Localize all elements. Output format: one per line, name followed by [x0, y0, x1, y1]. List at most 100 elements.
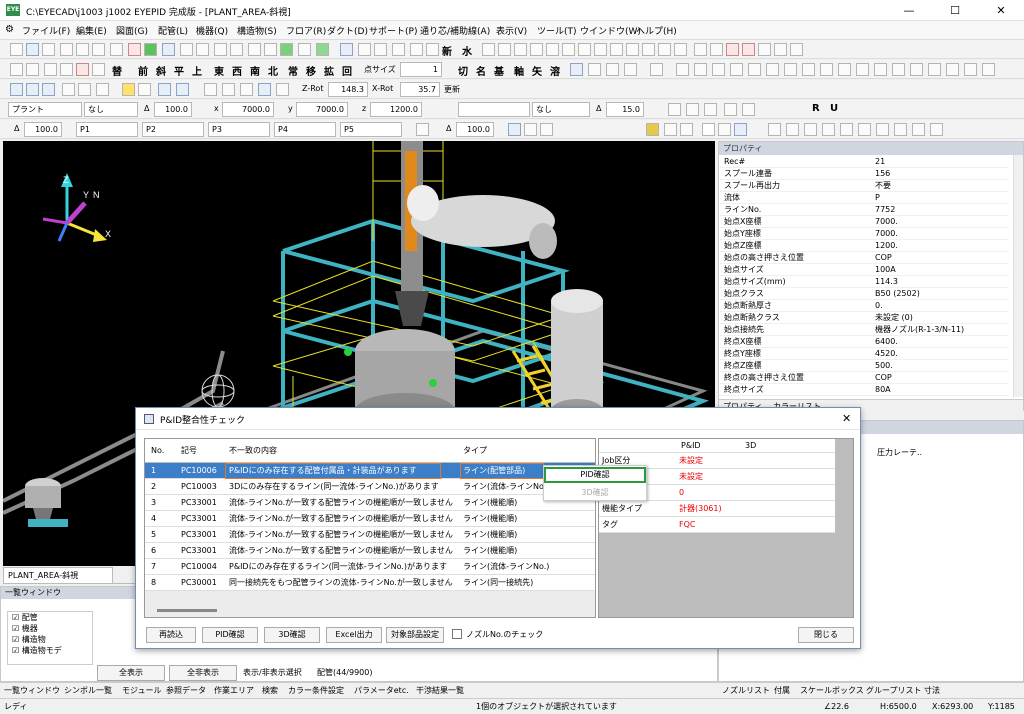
- symbol-12-icon[interactable]: [874, 63, 887, 76]
- tree-item-structure[interactable]: ☑ 構造物: [12, 634, 92, 645]
- tab-search[interactable]: 検索: [262, 685, 278, 696]
- menu-piping[interactable]: 配管(L): [158, 24, 188, 37]
- s-icon[interactable]: [508, 123, 521, 136]
- view-normal[interactable]: 常: [288, 63, 298, 78]
- issue-table-hscroll[interactable]: [145, 603, 595, 617]
- hide-icon[interactable]: [76, 63, 89, 76]
- rotate-tool-icon[interactable]: [668, 103, 681, 116]
- property-row[interactable]: 始点断熱クラス 未設定 (0): [719, 312, 1009, 324]
- delta-input-4[interactable]: 100.0: [456, 122, 494, 137]
- edit-icon[interactable]: [894, 123, 907, 136]
- symbol-2-icon[interactable]: [694, 63, 707, 76]
- tab-interference-results[interactable]: 干渉結果一覧: [416, 685, 464, 696]
- symbol-1-icon[interactable]: [676, 63, 689, 76]
- rotate-center-icon[interactable]: [222, 83, 235, 96]
- print-icon[interactable]: [42, 43, 55, 56]
- water-label[interactable]: 水: [462, 43, 472, 58]
- issue-row[interactable]: 5 PC33001 流体-ラインNo.が一致する配管ラインの機能順が一致しません ライ…: [145, 527, 595, 543]
- none-select[interactable]: なし: [84, 102, 138, 117]
- pipe-icon[interactable]: [742, 103, 755, 116]
- tee-icon[interactable]: [514, 43, 527, 56]
- view-a-icon[interactable]: [62, 83, 75, 96]
- rotate-right-icon[interactable]: [240, 83, 253, 96]
- excel-export-button[interactable]: Excel出力: [326, 627, 382, 643]
- measure-m-icon[interactable]: [122, 83, 135, 96]
- pid-check-button[interactable]: PID確認: [202, 627, 258, 643]
- offset-icon[interactable]: [704, 103, 717, 116]
- view-b-icon[interactable]: [78, 83, 91, 96]
- tag-2-icon[interactable]: [606, 63, 619, 76]
- u-button[interactable]: U: [830, 103, 838, 114]
- copy-obj-icon[interactable]: [768, 123, 781, 136]
- palette-icon[interactable]: [646, 123, 659, 136]
- ungroup-icon[interactable]: [822, 123, 835, 136]
- issue-row[interactable]: 6 PC33001 流体-ラインNo.が一致する配管ラインの機能順が一致しません ライ…: [145, 543, 595, 559]
- dimension-icon[interactable]: [248, 43, 261, 56]
- save-icon[interactable]: [26, 43, 39, 56]
- group-icon[interactable]: [804, 123, 817, 136]
- menu-file[interactable]: ファイル(F): [22, 24, 70, 37]
- view-iso[interactable]: 斜: [156, 63, 166, 78]
- close-window-button[interactable]: ✕: [978, 0, 1024, 21]
- symbol-13-icon[interactable]: [892, 63, 905, 76]
- elbow-icon[interactable]: [498, 43, 511, 56]
- find-icon[interactable]: [44, 63, 57, 76]
- menu-gridline[interactable]: 通り芯/補助線(A): [420, 24, 490, 37]
- tree-item-piping[interactable]: ☑ 配管: [12, 612, 92, 623]
- blank-select[interactable]: [458, 102, 530, 117]
- delete-icon[interactable]: [128, 43, 141, 56]
- mirror-icon[interactable]: [686, 103, 699, 116]
- array-icon[interactable]: [786, 123, 799, 136]
- plotter-icon[interactable]: [710, 43, 723, 56]
- symbol-6-icon[interactable]: [766, 63, 779, 76]
- grid-icon[interactable]: [144, 43, 157, 56]
- cascade-icon[interactable]: [774, 43, 787, 56]
- symbol-8-icon[interactable]: [802, 63, 815, 76]
- view-plan[interactable]: 平: [174, 63, 184, 78]
- attach-icon[interactable]: [840, 123, 853, 136]
- measure-icon[interactable]: [196, 43, 209, 56]
- tab-color-condition[interactable]: カラー条件設定: [288, 685, 344, 696]
- delta-input-2[interactable]: 15.0: [606, 102, 644, 117]
- view-list-icon[interactable]: [912, 123, 925, 136]
- delta-input-3[interactable]: 100.0: [24, 122, 62, 137]
- z-input[interactable]: 1200.0: [370, 102, 422, 117]
- r-button[interactable]: R: [812, 103, 820, 114]
- bolt-icon[interactable]: [674, 43, 687, 56]
- layer-icon[interactable]: [162, 43, 175, 56]
- issue-row[interactable]: 1 PC10006 P&IDにのみ存在する配管付属品・計装品があります ライン(配管部…: [145, 463, 595, 479]
- nozzle-check-label[interactable]: ノズルNo.のチェック: [466, 629, 543, 640]
- menu-tools[interactable]: ツール(T): [537, 24, 577, 37]
- property-row[interactable]: 始点の高さ押さえ位置 COP: [719, 252, 1009, 264]
- property-row[interactable]: 終点の高さ押さえ位置 COP: [719, 372, 1009, 384]
- symbol-18-icon[interactable]: [982, 63, 995, 76]
- slope-icon[interactable]: [626, 43, 639, 56]
- property-row[interactable]: スプール再出力 不要: [719, 180, 1009, 192]
- p1-input[interactable]: P1: [76, 122, 138, 137]
- view-move[interactable]: 移: [306, 63, 316, 78]
- menu-equipment[interactable]: 機器(Q): [196, 24, 228, 37]
- tree-item-structure-model[interactable]: ☑ 構造物モデ: [12, 645, 92, 656]
- nozzle-checkbox[interactable]: [452, 629, 462, 639]
- property-row[interactable]: スプール連番 156: [719, 168, 1009, 180]
- node-icon[interactable]: [230, 43, 243, 56]
- properties-scrollbar[interactable]: [1013, 155, 1023, 397]
- issue-row[interactable]: 3 PC33001 流体-ラインNo.が一致する配管ラインの機能順が一致しません ライ…: [145, 495, 595, 511]
- symbol-15-icon[interactable]: [928, 63, 941, 76]
- camera-icon[interactable]: [158, 83, 171, 96]
- rotate-left-icon[interactable]: [204, 83, 217, 96]
- eye-icon[interactable]: [60, 63, 73, 76]
- tile-icon[interactable]: [758, 43, 771, 56]
- tree-item-equipment[interactable]: ☑ 機器: [12, 623, 92, 634]
- menu-structure[interactable]: 構造物(S): [237, 24, 277, 37]
- symbol-17-icon[interactable]: [964, 63, 977, 76]
- tab-nozzle-list[interactable]: ノズルリスト: [722, 685, 770, 696]
- reset-icon[interactable]: [724, 103, 737, 116]
- view-zoom[interactable]: 拡: [324, 63, 334, 78]
- new-label[interactable]: 新: [442, 43, 452, 58]
- line-icon[interactable]: [214, 43, 227, 56]
- tab-symbol-list[interactable]: シンボル一覧: [64, 685, 112, 696]
- symbol-5-icon[interactable]: [748, 63, 761, 76]
- nozzle-icon[interactable]: [594, 43, 607, 56]
- x-input[interactable]: 7000.0: [222, 102, 274, 117]
